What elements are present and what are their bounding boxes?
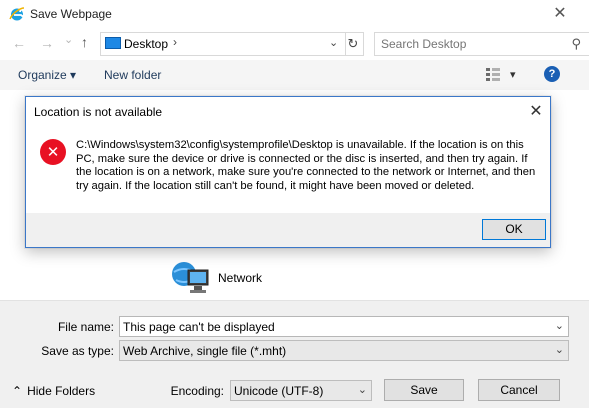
recent-locations-icon[interactable]: ⌄ xyxy=(64,33,73,46)
back-arrow-icon[interactable]: ← xyxy=(12,35,26,51)
encoding-select[interactable]: Unicode (UTF-8) ⌄ xyxy=(230,380,372,401)
dialog-body: ✕ C:\Windows\system32\config\systemprofi… xyxy=(26,125,550,213)
ok-button[interactable]: OK xyxy=(482,219,546,240)
toolbar: Organize ▾ New folder ▾ xyxy=(0,60,589,91)
forward-arrow-icon[interactable]: → xyxy=(40,35,54,51)
network-icon[interactable] xyxy=(170,258,212,298)
network-label: Network xyxy=(218,271,263,285)
chevron-down-icon[interactable]: ⌄ xyxy=(555,343,564,356)
save-as-type-select[interactable]: Web Archive, single file (*.mht) ⌄ xyxy=(119,340,569,361)
error-x-glyph: ✕ xyxy=(46,144,60,161)
chevron-down-icon[interactable]: ⌄ xyxy=(555,319,564,332)
save-as-type-value: Web Archive, single file (*.mht) xyxy=(123,344,287,358)
save-button[interactable]: Save xyxy=(384,379,464,401)
chevron-up-icon: ⌃ xyxy=(12,384,23,398)
error-icon: ✕ xyxy=(40,139,66,165)
chevron-down-icon[interactable]: ⌄ xyxy=(358,383,367,396)
organize-menu[interactable]: Organize ▾ xyxy=(18,68,76,82)
address-text: Desktop xyxy=(124,37,169,51)
chevron-right-icon[interactable]: › xyxy=(173,35,177,49)
up-arrow-icon[interactable]: ↑ xyxy=(81,34,88,50)
desktop-folder-icon xyxy=(105,37,121,49)
dialog-title: Location is not available xyxy=(34,105,163,119)
new-folder-button[interactable]: New folder xyxy=(104,68,161,82)
file-name-value: This page can't be displayed xyxy=(123,320,275,334)
error-message: C:\Windows\system32\config\systemprofile… xyxy=(76,139,536,192)
file-name-field[interactable]: This page can't be displayed ⌄ xyxy=(119,316,569,337)
address-bar[interactable]: Desktop › ⌄ xyxy=(100,32,346,56)
window-close-icon[interactable]: ✕ xyxy=(550,4,570,24)
dialog-close-icon[interactable]: ✕ xyxy=(526,101,546,121)
window-title: Save Webpage xyxy=(30,7,112,21)
search-icon[interactable]: ⚲ xyxy=(571,36,581,52)
file-name-label: File name: xyxy=(57,320,114,334)
encoding-label: Encoding: xyxy=(170,384,224,398)
hide-folders-label: Hide Folders xyxy=(27,384,96,398)
cancel-button[interactable]: Cancel xyxy=(478,379,560,401)
error-dialog: Location is not available ✕ ✕ C:\Windows… xyxy=(25,96,551,248)
save-as-type-label: Save as type: xyxy=(41,344,114,358)
hide-folders-toggle[interactable]: ⌃ Hide Folders xyxy=(12,384,95,398)
search-input[interactable] xyxy=(381,36,551,52)
search-box[interactable]: ⚲ xyxy=(374,32,589,56)
refresh-icon[interactable]: ↻ xyxy=(343,32,364,56)
title-bar: Save Webpage ✕ xyxy=(0,0,589,28)
internet-explorer-icon xyxy=(9,7,25,21)
dialog-title-bar: Location is not available ✕ xyxy=(26,97,550,125)
address-dropdown-icon[interactable]: ⌄ xyxy=(329,36,338,49)
view-dropdown-icon[interactable]: ▾ xyxy=(510,68,516,81)
encoding-value: Unicode (UTF-8) xyxy=(234,384,324,398)
view-options-icon[interactable] xyxy=(486,68,500,82)
help-icon[interactable]: ? xyxy=(544,66,560,82)
